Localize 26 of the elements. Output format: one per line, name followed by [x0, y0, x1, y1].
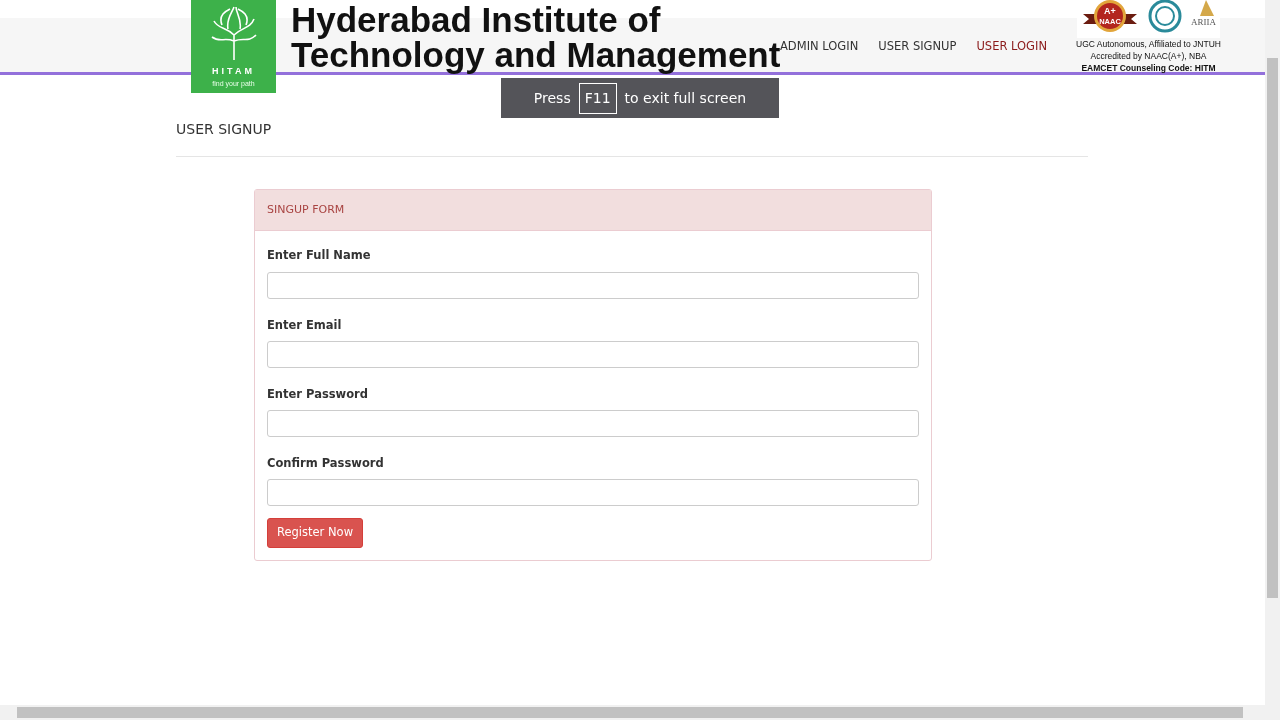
input-field[interactable] [267, 479, 919, 507]
input-field[interactable] [267, 340, 919, 368]
field-label: Confirm Password [267, 455, 385, 473]
nav-link[interactable]: USER LOGIN [966, 38, 1058, 56]
nav-link[interactable]: USER SIGNUP [868, 38, 967, 56]
field-label: Enter Email [267, 316, 343, 334]
scrollbar-thumb[interactable] [1267, 58, 1278, 598]
grade-text: A+ [1104, 6, 1116, 16]
notice-text: Press [533, 88, 571, 108]
page-title: USER SIGNUP [176, 121, 273, 138]
key-hint: F11 [578, 82, 617, 114]
notice-text: to exit full screen [624, 88, 747, 108]
input-field[interactable] [267, 271, 919, 299]
panel-heading: SINGUP FORM [255, 189, 931, 232]
vertical-scrollbar[interactable] [1265, 0, 1280, 705]
scrollbar-thumb[interactable] [17, 707, 1243, 718]
field-label: Enter Full Name [267, 247, 372, 265]
input-field[interactable] [267, 410, 919, 438]
horizontal-scrollbar[interactable] [0, 705, 1280, 720]
site-title: Hyderabad Institute of [291, 2, 662, 37]
accreditation-text: Accredited by NAAC(A+), NBA [1090, 50, 1207, 62]
field-label: Enter Password [267, 385, 369, 403]
accreditation-text: EAMCET Counseling Code: HITM [1081, 62, 1216, 74]
accreditation-text: UGC Autonomous, Affiliated to JNTUH [1076, 38, 1221, 50]
ariia-text: ARIIA [1191, 16, 1216, 29]
register-button[interactable]: Register Now [267, 518, 364, 548]
